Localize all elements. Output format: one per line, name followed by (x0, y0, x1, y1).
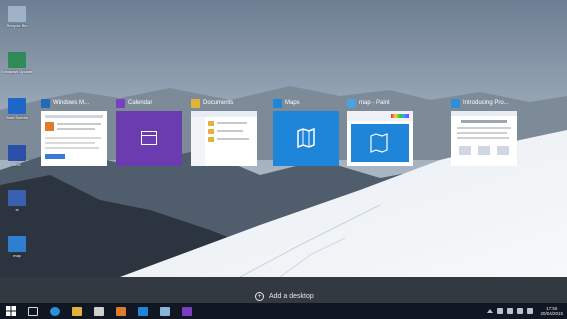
folder-icon (191, 98, 200, 108)
window-thumbnail[interactable] (191, 111, 257, 166)
calendar-icon (182, 306, 192, 316)
taskbar (0, 303, 567, 319)
add-desktop-label: Add a desktop (269, 293, 314, 300)
task-view-window-paint[interactable]: map - Paint (347, 97, 413, 166)
window-title-bar: Windows M... (41, 97, 107, 109)
desktop-icon-label: st (15, 207, 19, 212)
windows-logo-icon (6, 306, 16, 316)
media-player-icon (41, 98, 50, 108)
task-view-window-documents[interactable]: Documents (191, 97, 257, 166)
desktop-folder-icon (8, 145, 26, 161)
maps-icon (138, 306, 148, 316)
media-taskbar-button[interactable] (110, 303, 132, 319)
task-view-window-calendar[interactable]: Calendar (116, 97, 182, 166)
window-title: map - Paint (359, 100, 390, 106)
folder-icon (72, 306, 82, 316)
plus-icon: + (255, 292, 264, 301)
windows-update-icon (8, 52, 26, 68)
store-taskbar-button[interactable] (88, 303, 110, 319)
desktop-icon-dmc[interactable]: DMC (2, 145, 32, 167)
maps-taskbar-button[interactable] (132, 303, 154, 319)
desktop-icon-label: DMC (12, 162, 22, 167)
desktop-icon-windows-update[interactable]: Windows Update (2, 52, 32, 74)
desktop-icon-label: map (13, 253, 21, 258)
store-icon (94, 306, 104, 316)
desktop-icon-start-screen[interactable]: Start Screen (2, 98, 32, 120)
task-view-window-media[interactable]: Windows M... (41, 97, 107, 166)
explorer-taskbar-button[interactable] (66, 303, 88, 319)
window-title-bar: Maps (273, 97, 339, 109)
window-title-bar: Documents (191, 97, 257, 109)
desktop-icon-label: Start Screen (5, 115, 29, 120)
window-thumbnail[interactable] (41, 111, 107, 166)
paint-icon (160, 306, 170, 316)
window-thumbnail[interactable] (347, 111, 413, 166)
task-view-window-ie[interactable]: Introducing Pro... (451, 97, 517, 166)
chevron-up-icon[interactable] (487, 309, 494, 313)
window-title-bar: Introducing Pro... (451, 97, 517, 109)
volume-icon[interactable] (507, 308, 514, 314)
start-button[interactable] (0, 303, 22, 319)
window-title: Calendar (128, 100, 153, 106)
network-icon[interactable] (497, 308, 504, 314)
desktop-icon-recycle-bin[interactable]: Recycle Bin (2, 6, 32, 28)
system-tray: 17:50 20/04/2015 (487, 303, 563, 319)
keyboard-icon[interactable] (517, 308, 524, 314)
ie-icon (50, 306, 60, 316)
media-player-icon (116, 306, 126, 316)
task-view-window-maps[interactable]: Maps (273, 97, 339, 166)
ie-icon (451, 98, 460, 108)
window-thumbnail[interactable] (116, 111, 182, 166)
calendar-icon (116, 98, 125, 108)
desktop-icon-st[interactable]: st (2, 190, 32, 212)
map-icon (8, 236, 26, 252)
calendar-taskbar-button[interactable] (176, 303, 198, 319)
maps-icon (297, 127, 315, 149)
add-desktop-button[interactable]: + Add a desktop (255, 292, 314, 301)
clock-date: 20/04/2015 (540, 311, 563, 316)
window-title-bar: map - Paint (347, 97, 413, 109)
paint-taskbar-button[interactable] (154, 303, 176, 319)
clock[interactable]: 17:50 20/04/2015 (540, 306, 563, 316)
desktop-icon-label: Windows Update (2, 69, 32, 74)
window-title: Documents (203, 100, 234, 106)
desktop-icon-map[interactable]: map (2, 236, 32, 258)
start-screen-icon (8, 98, 26, 114)
task-view-icon (28, 306, 38, 316)
window-title: Introducing Pro... (463, 100, 509, 106)
ie-taskbar-button[interactable] (44, 303, 66, 319)
window-title: Maps (285, 100, 300, 106)
shortcut-icon (8, 190, 26, 206)
maps-icon (273, 98, 282, 108)
window-thumbnail[interactable] (273, 111, 339, 166)
notification-icon[interactable] (527, 308, 534, 314)
window-title-bar: Calendar (116, 97, 182, 109)
task-view-button[interactable] (22, 303, 44, 319)
paint-icon (347, 98, 356, 108)
desktop-icon-label: Recycle Bin (6, 23, 28, 28)
calendar-icon (141, 131, 157, 145)
window-title: Windows M... (53, 100, 90, 106)
recycle-bin-icon (8, 6, 26, 22)
window-thumbnail[interactable] (451, 111, 517, 166)
